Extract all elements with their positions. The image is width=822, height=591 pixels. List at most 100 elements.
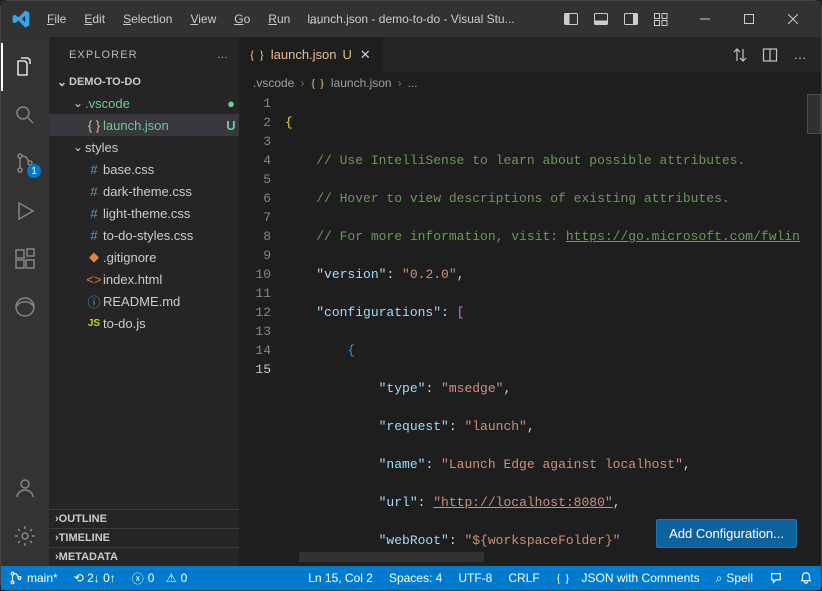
sidebar-root[interactable]: ⌄ DEMO-TO-DO xyxy=(49,72,239,92)
folder-label: .vscode xyxy=(85,96,223,111)
code-content[interactable]: { // Use IntelliSense to learn about pos… xyxy=(285,94,821,566)
breadcrumb-folder[interactable]: .vscode xyxy=(253,76,294,90)
activity-edge-tools[interactable] xyxy=(1,283,49,331)
menu-selection[interactable]: Selection xyxy=(115,8,180,31)
close-button[interactable] xyxy=(771,1,815,37)
minimap[interactable] xyxy=(807,94,821,566)
breadcrumb-more[interactable]: ... xyxy=(408,76,418,90)
editor-body[interactable]: 123456789101112131415 { // Use IntelliSe… xyxy=(239,94,821,566)
file-label: to-do-styles.css xyxy=(103,228,239,243)
status-encoding[interactable]: UTF-8 xyxy=(450,571,500,585)
status-spell[interactable]: ⌕Spell xyxy=(708,571,761,586)
file-base-css[interactable]: #base.css xyxy=(49,158,239,180)
file-label: to-do.js xyxy=(103,316,239,331)
customize-layout-icon[interactable] xyxy=(647,5,675,33)
info-icon: ⓘ xyxy=(85,292,103,311)
scrollbar-thumb[interactable] xyxy=(299,552,484,562)
section-metadata[interactable]: ›METADATA xyxy=(49,547,239,566)
modified-dot-icon: ● xyxy=(223,96,239,111)
scm-badge: 1 xyxy=(27,164,41,178)
spell-icon: ⌕ xyxy=(716,571,723,586)
file-light-theme-css[interactable]: #light-theme.css xyxy=(49,202,239,224)
editor-area: { } launch.json U ✕ … .vscode › { } laun… xyxy=(239,37,821,566)
menu-run[interactable]: Run xyxy=(260,8,298,31)
file-dark-theme-css[interactable]: #dark-theme.css xyxy=(49,180,239,202)
horizontal-scrollbar[interactable] xyxy=(299,552,761,562)
toggle-panel-bottom-icon[interactable] xyxy=(587,5,615,33)
maximize-button[interactable] xyxy=(727,1,771,37)
main-area: 1 EXPLORER … ⌄ DEMO-TO-DO ⌄ .vscode ● { … xyxy=(1,37,821,566)
folder-styles[interactable]: ⌄ styles xyxy=(49,136,239,158)
status-language[interactable]: { } JSON with Comments xyxy=(548,571,708,586)
folder-vscode[interactable]: ⌄ .vscode ● xyxy=(49,92,239,114)
json-icon: { } xyxy=(310,76,325,91)
menu-go[interactable]: Go xyxy=(226,8,258,31)
breadcrumb[interactable]: .vscode › { } launch.json › ... xyxy=(239,72,821,94)
tab-label: launch.json xyxy=(271,47,337,62)
tab-modified: U xyxy=(343,47,352,62)
tab-close-icon[interactable]: ✕ xyxy=(358,45,373,65)
chevron-down-icon: ⌄ xyxy=(71,96,85,110)
file-todo-js[interactable]: JSto-do.js xyxy=(49,312,239,334)
breadcrumb-sep: › xyxy=(300,76,304,90)
file-label: README.md xyxy=(103,294,239,309)
activity-account[interactable] xyxy=(1,464,49,512)
status-bar: main* ⟲ 2↓ 0↑ ⓧ0 ⚠0 Ln 15, Col 2 Spaces:… xyxy=(1,566,821,590)
sidebar: EXPLORER … ⌄ DEMO-TO-DO ⌄ .vscode ● { } … xyxy=(49,37,239,566)
add-configuration-button[interactable]: Add Configuration... xyxy=(656,519,797,548)
title-layout-icons xyxy=(557,5,675,33)
file-index-html[interactable]: <>index.html xyxy=(49,268,239,290)
menu-view[interactable]: View xyxy=(182,8,224,31)
file-label: .gitignore xyxy=(103,250,239,265)
breadcrumb-file[interactable]: launch.json xyxy=(331,76,392,90)
minimap-viewport[interactable] xyxy=(807,94,821,134)
more-actions-icon[interactable]: … xyxy=(787,42,813,68)
status-problems[interactable]: ⓧ0 ⚠0 xyxy=(124,566,196,590)
git-status: U xyxy=(223,118,239,133)
menu-edit[interactable]: Edit xyxy=(76,8,113,31)
sidebar-header: EXPLORER … xyxy=(49,37,239,72)
status-feedback[interactable] xyxy=(761,571,791,585)
status-cursor[interactable]: Ln 15, Col 2 xyxy=(300,571,381,585)
status-notifications[interactable] xyxy=(791,571,821,585)
css-icon: # xyxy=(85,228,103,243)
file-label: base.css xyxy=(103,162,239,177)
file-gitignore[interactable]: ◆.gitignore xyxy=(49,246,239,268)
window-title: launch.json - demo-to-do - Visual Stu... xyxy=(307,12,514,26)
activity-search[interactable] xyxy=(1,91,49,139)
file-readme-md[interactable]: ⓘREADME.md xyxy=(49,290,239,312)
tab-launch-json[interactable]: { } launch.json U ✕ xyxy=(239,37,384,72)
vscode-logo-icon xyxy=(11,9,31,29)
status-spaces[interactable]: Spaces: 4 xyxy=(381,571,450,585)
status-right: Ln 15, Col 2 Spaces: 4 UTF-8 CRLF { } JS… xyxy=(300,571,821,586)
activity-run-debug[interactable] xyxy=(1,187,49,235)
compare-changes-icon[interactable] xyxy=(727,42,753,68)
json-icon: { } xyxy=(249,47,265,63)
file-todo-styles-css[interactable]: #to-do-styles.css xyxy=(49,224,239,246)
html-icon: <> xyxy=(85,272,103,287)
split-editor-icon[interactable] xyxy=(757,42,783,68)
status-eol[interactable]: CRLF xyxy=(500,571,547,585)
menu-file[interactable]: File xyxy=(39,8,74,31)
sidebar-title: EXPLORER xyxy=(69,49,138,61)
status-branch[interactable]: main* xyxy=(1,566,66,590)
file-tree: ⌄ .vscode ● { } launch.json U ⌄ styles #… xyxy=(49,92,239,509)
sidebar-more-icon[interactable]: … xyxy=(217,49,229,61)
line-gutter: 123456789101112131415 xyxy=(239,94,285,566)
status-sync[interactable]: ⟲ 2↓ 0↑ xyxy=(66,566,124,590)
file-launch-json[interactable]: { } launch.json U xyxy=(49,114,239,136)
activity-source-control[interactable]: 1 xyxy=(1,139,49,187)
activity-extensions[interactable] xyxy=(1,235,49,283)
activity-explorer[interactable] xyxy=(1,43,49,91)
toggle-panel-right-icon[interactable] xyxy=(617,5,645,33)
section-outline[interactable]: ›OUTLINE xyxy=(49,509,239,528)
section-timeline[interactable]: ›TIMELINE xyxy=(49,528,239,547)
minimize-button[interactable] xyxy=(683,1,727,37)
toggle-panel-left-icon[interactable] xyxy=(557,5,585,33)
activity-settings[interactable] xyxy=(1,512,49,560)
tab-actions: … xyxy=(719,37,821,72)
sidebar-root-label: DEMO-TO-DO xyxy=(69,76,141,88)
chevron-down-icon: ⌄ xyxy=(55,75,69,89)
file-label: light-theme.css xyxy=(103,206,239,221)
folder-label: styles xyxy=(85,140,239,155)
